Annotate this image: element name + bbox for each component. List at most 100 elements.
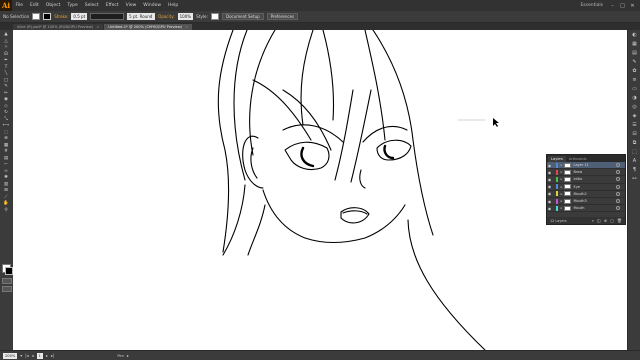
shape-builder-tool-icon[interactable]: ⊕ xyxy=(2,136,10,141)
layer-row[interactable]: ◉ ▸ Mouth3 xyxy=(547,198,625,206)
rotate-tool-icon[interactable]: ↻ xyxy=(2,110,10,115)
target-circle-icon[interactable] xyxy=(616,163,620,168)
close-tab-icon[interactable]: × xyxy=(185,25,188,29)
line-tool-icon[interactable]: ╲ xyxy=(2,71,10,76)
menu-select[interactable]: Select xyxy=(81,3,102,8)
symbol-sprayer-tool-icon[interactable]: ✺ xyxy=(2,175,10,180)
slice-tool-icon[interactable]: ⟋ xyxy=(2,195,10,200)
selection-tool-icon[interactable]: ▲ xyxy=(2,32,10,37)
appearance-icon[interactable]: ◎ xyxy=(631,104,638,110)
mesh-tool-icon[interactable]: # xyxy=(2,149,10,154)
eyedropper-tool-icon[interactable]: ⌐ xyxy=(2,162,10,167)
new-layer-icon[interactable]: ▢ xyxy=(610,218,614,223)
stroke-color-swatch[interactable] xyxy=(5,267,13,275)
menu-file[interactable]: File xyxy=(12,3,27,8)
hand-tool-icon[interactable]: ✋ xyxy=(2,201,10,206)
links-icon[interactable]: ⚯ xyxy=(631,176,638,182)
layer-row[interactable]: ◉ ▸ Layer 11 xyxy=(547,162,625,170)
layer-row[interactable]: ◉ ▸ Eye xyxy=(547,184,625,191)
color-icon[interactable]: ◐ xyxy=(631,32,638,38)
character-icon[interactable]: A xyxy=(631,158,638,164)
menu-view[interactable]: View xyxy=(122,3,140,8)
zoom-tool-icon[interactable]: ⚲ xyxy=(2,208,10,213)
target-circle-icon[interactable] xyxy=(616,184,620,189)
make-clipping-mask-icon[interactable]: ◫ xyxy=(597,218,601,223)
minimize-button[interactable]: – xyxy=(609,3,616,9)
magic-wand-tool-icon[interactable]: ✧ xyxy=(2,45,10,50)
close-button[interactable]: ✕ xyxy=(629,3,636,9)
menu-object[interactable]: Object xyxy=(42,3,64,8)
last-artboard-icon[interactable]: ▸| xyxy=(51,353,54,358)
artboard-number-field[interactable]: 1 xyxy=(36,352,43,359)
artboard-tool-icon[interactable]: ⊞ xyxy=(2,188,10,193)
layer-row[interactable]: ◉ ▸ Iditio xyxy=(547,176,625,184)
swatches-icon[interactable]: ▤ xyxy=(631,50,638,56)
artboard-canvas[interactable] xyxy=(13,30,627,350)
layer-row[interactable]: ◉ ▸ Mouth2 xyxy=(547,191,625,198)
target-circle-icon[interactable] xyxy=(616,206,620,211)
visibility-eye-icon[interactable]: ◉ xyxy=(547,163,552,168)
stroke-weight-field[interactable]: 0.5 pt xyxy=(71,13,88,20)
stroke-icon[interactable]: ≡ xyxy=(631,77,638,83)
locate-object-icon[interactable]: ⌕ xyxy=(592,218,594,223)
layer-row[interactable]: ◉ ▸ Mouth xyxy=(547,205,625,213)
opacity-field[interactable]: 100% xyxy=(177,13,194,20)
visibility-eye-icon[interactable]: ◉ xyxy=(547,184,552,189)
align-icon[interactable]: ⊟ xyxy=(631,131,638,137)
zoom-level-field[interactable]: 200% xyxy=(3,352,18,359)
blend-tool-icon[interactable]: ∞ xyxy=(2,169,10,174)
visibility-eye-icon[interactable]: ◉ xyxy=(547,191,552,196)
maximize-button[interactable]: □ xyxy=(619,3,626,9)
opacity-label[interactable]: Opacity: xyxy=(158,14,174,19)
visibility-eye-icon[interactable]: ◉ xyxy=(547,177,552,182)
menu-type[interactable]: Type xyxy=(64,3,81,8)
zoom-dropdown-icon[interactable]: ▾ xyxy=(20,353,22,358)
graphic-style-swatch[interactable] xyxy=(211,13,219,20)
scale-tool-icon[interactable]: ⤡ xyxy=(2,117,10,122)
stroke-swatch[interactable] xyxy=(43,13,52,20)
free-transform-tool-icon[interactable]: ⬚ xyxy=(2,130,10,135)
screen-mode-icon[interactable] xyxy=(2,286,12,292)
tab-artboards[interactable]: Artboards xyxy=(566,156,590,162)
lasso-tool-icon[interactable]: ᘏ xyxy=(2,52,10,57)
drawing-mode-icon[interactable] xyxy=(2,278,12,284)
blob-brush-tool-icon[interactable]: ◉ xyxy=(2,97,10,102)
eraser-tool-icon[interactable]: ◇ xyxy=(2,104,10,109)
menu-help[interactable]: Help xyxy=(165,3,182,8)
visibility-eye-icon[interactable]: ◉ xyxy=(547,199,552,204)
variable-width-profile[interactable] xyxy=(90,13,125,20)
width-tool-icon[interactable]: ⟷ xyxy=(2,123,10,128)
new-sublayer-icon[interactable]: ⊕ xyxy=(604,218,607,223)
menu-window[interactable]: Window xyxy=(140,3,165,8)
symbols-icon[interactable]: ✿ xyxy=(631,68,638,74)
close-tab-icon[interactable]: × xyxy=(96,25,99,29)
target-circle-icon[interactable] xyxy=(616,191,620,196)
transform-icon[interactable]: ⬚ xyxy=(631,149,638,155)
graphic-styles-icon[interactable]: ◈ xyxy=(631,113,638,119)
pen-tool-icon[interactable]: ✒ xyxy=(2,58,10,63)
pencil-tool-icon[interactable]: ✏ xyxy=(2,91,10,96)
rectangle-tool-icon[interactable]: □ xyxy=(2,78,10,83)
gradient-tool-icon[interactable]: ▤ xyxy=(2,156,10,161)
direct-selection-tool-icon[interactable]: △ xyxy=(2,39,10,44)
brushes-icon[interactable]: ✎ xyxy=(631,59,638,65)
gradient-icon[interactable]: ▭ xyxy=(631,86,638,92)
delete-layer-icon[interactable]: 🗑 xyxy=(617,218,622,223)
column-graph-tool-icon[interactable]: ▥ xyxy=(2,182,10,187)
previous-artboard-icon[interactable]: ◂ xyxy=(32,353,34,358)
tab-layers[interactable]: Layers xyxy=(548,156,566,162)
menu-edit[interactable]: Edit xyxy=(27,3,43,8)
document-setup-button[interactable]: Document Setup xyxy=(222,13,264,20)
pathfinder-icon[interactable]: ⧉ xyxy=(631,140,638,146)
paintbrush-tool-icon[interactable]: ✎ xyxy=(2,84,10,89)
paragraph-icon[interactable]: ¶ xyxy=(631,167,638,173)
perspective-grid-tool-icon[interactable]: ▦ xyxy=(2,143,10,148)
transparency-icon[interactable]: ◑ xyxy=(631,95,638,101)
target-circle-icon[interactable] xyxy=(616,199,620,204)
first-artboard-icon[interactable]: |◂ xyxy=(25,353,28,358)
visibility-eye-icon[interactable]: ◉ xyxy=(547,206,552,211)
layer-row[interactable]: ◉ ▸ Brow xyxy=(547,169,625,177)
brush-definition[interactable]: 5 pt. Round xyxy=(127,13,156,20)
layers-icon[interactable]: ☰ xyxy=(631,122,638,128)
preferences-button[interactable]: Preferences xyxy=(266,13,299,20)
